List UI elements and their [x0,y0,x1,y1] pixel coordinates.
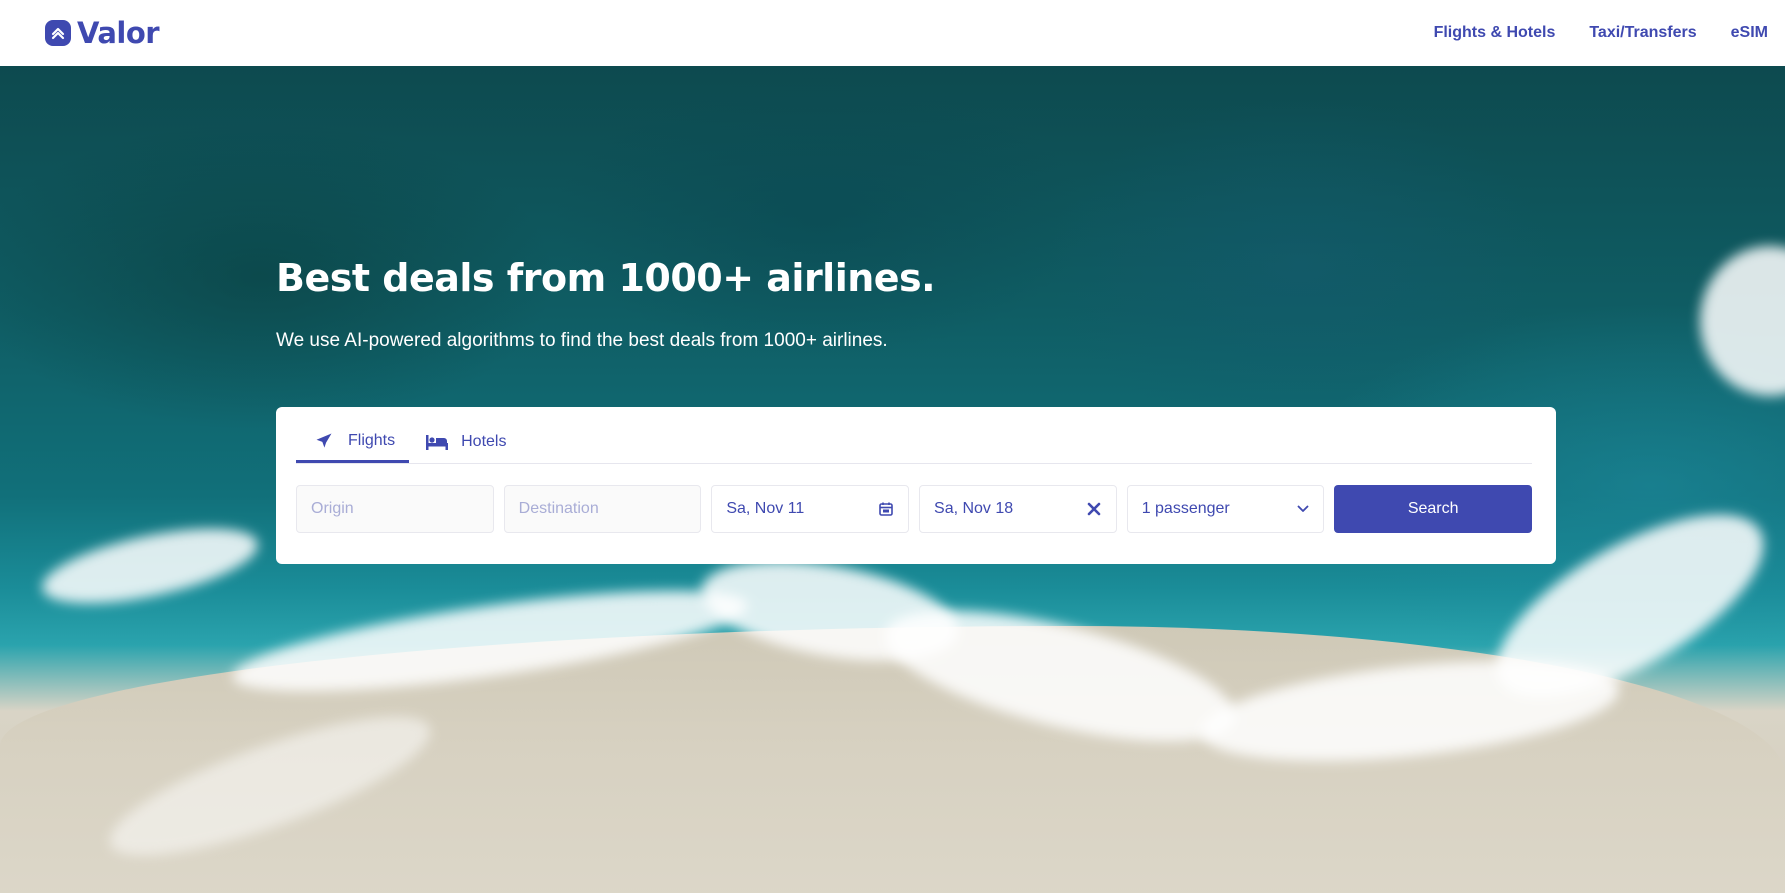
hero-text: Best deals from 1000+ airlines. We use A… [276,256,1556,352]
tab-flights-label: Flights [348,431,396,449]
calendar-icon[interactable] [878,501,894,517]
main-nav: Flights & Hotels Taxi/Transfers eSIM [1434,24,1768,42]
destination-input[interactable] [518,500,687,518]
search-card: Flights Hotels Origin Destination Sa, No… [276,407,1556,564]
nav-esim[interactable]: eSIM [1731,24,1768,42]
hero-subtitle: We use AI-powered algorithms to find the… [276,330,888,351]
top-header: Valor Flights & Hotels Taxi/Transfers eS… [0,0,1785,66]
nav-taxi-transfers[interactable]: Taxi/Transfers [1589,24,1696,42]
origin-input[interactable] [311,500,479,518]
wave-foam [1700,246,1785,396]
airplane-icon [312,431,336,451]
brand-name: Valor [77,16,160,50]
return-date-value: Sa, Nov 18 [934,500,1014,517]
brand-logo[interactable]: Valor [45,16,160,50]
depart-date-field[interactable]: Sa, Nov 11 [711,485,910,533]
tab-hotels-label: Hotels [461,433,507,450]
hero-section: Best deals from 1000+ airlines. We use A… [0,66,1785,893]
tab-hotels[interactable]: Hotels [409,421,520,463]
search-button[interactable]: Search [1334,485,1532,533]
chevron-down-icon [1297,505,1309,513]
return-date-field[interactable]: Sa, Nov 18 [919,485,1117,533]
destination-field[interactable] [503,485,702,533]
bed-icon [425,432,449,452]
wave-foam [36,513,264,619]
depart-date-value: Sa, Nov 11 [726,500,805,517]
passengers-select[interactable]: 1 passenger [1126,485,1325,533]
nav-flights-hotels[interactable]: Flights & Hotels [1434,24,1556,42]
origin-field[interactable] [296,485,494,533]
search-tabs: Flights Hotels [296,407,1532,464]
tab-flights[interactable]: Flights [296,421,410,463]
passengers-value: 1 passenger [1141,500,1230,517]
hero-title: Best deals from 1000+ airlines. [276,256,936,300]
logo-chevrons-icon [45,20,71,46]
close-icon[interactable] [1086,501,1102,517]
search-fields: Sa, Nov 11 Sa, Nov 18 [296,485,1532,533]
